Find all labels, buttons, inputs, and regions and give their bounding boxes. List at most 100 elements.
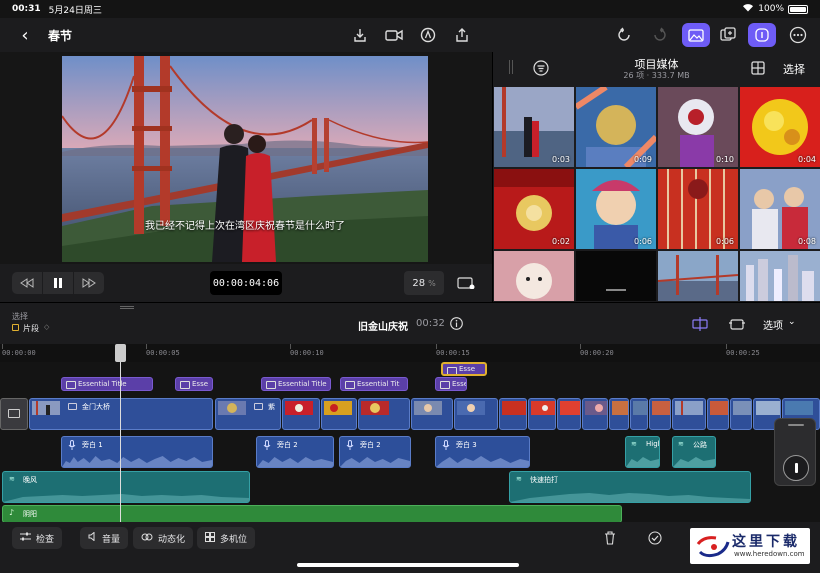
media-thumb[interactable]: 0:09 bbox=[576, 87, 656, 167]
video-clip[interactable] bbox=[649, 398, 671, 430]
media-thumb[interactable]: 0:03 bbox=[494, 87, 574, 167]
back-button[interactable]: ‹ bbox=[12, 22, 38, 48]
media-thumb[interactable]: 0:06 bbox=[576, 169, 656, 249]
share-icon[interactable] bbox=[450, 23, 474, 47]
ruler-tick: 00:00:00 bbox=[2, 349, 36, 357]
media-thumb[interactable]: 0:08 bbox=[740, 169, 820, 249]
music-note-icon: ♪ bbox=[9, 508, 15, 517]
timeline-select-label: 选择 bbox=[12, 312, 28, 321]
options-button[interactable]: 选项 bbox=[763, 317, 783, 332]
sound-clip[interactable]: ≋ 公路 bbox=[672, 436, 716, 468]
clip-view-icon[interactable] bbox=[728, 317, 746, 334]
video-clip[interactable] bbox=[672, 398, 706, 430]
media-browser: 项目媒体 26 项 · 333.7 MB 选择 0:03 0:09 0:10 0… bbox=[492, 52, 820, 302]
media-thumb[interactable]: 0:06 bbox=[658, 169, 738, 249]
add-media-icon[interactable] bbox=[716, 23, 740, 47]
video-clip[interactable] bbox=[321, 398, 357, 430]
multicam-button[interactable]: 多机位 bbox=[197, 527, 256, 549]
video-clip[interactable] bbox=[528, 398, 556, 430]
video-preview[interactable]: 我已经不记得上次在湾区庆祝春节是什么时了 bbox=[62, 56, 428, 262]
title-clip[interactable]: Essential Title bbox=[261, 377, 331, 391]
animate-button[interactable]: 动态化 bbox=[133, 527, 194, 549]
music-clip-label: 阴阳 bbox=[23, 510, 37, 518]
grid-view-icon[interactable] bbox=[751, 61, 765, 78]
volume-button[interactable]: 音量 bbox=[80, 527, 129, 549]
video-clip[interactable] bbox=[730, 398, 752, 430]
video-clip[interactable] bbox=[499, 398, 527, 430]
clip-mode-chevron-icon[interactable]: ◇ bbox=[44, 323, 49, 331]
title-clip[interactable]: Essential Title bbox=[61, 377, 153, 391]
media-thumb[interactable]: 0:02 bbox=[494, 169, 574, 249]
media-thumb[interactable]: 0:10 bbox=[658, 87, 738, 167]
forward-button[interactable] bbox=[74, 272, 104, 294]
ruler-tick: 00:00:05 bbox=[146, 349, 180, 357]
rewind-button[interactable] bbox=[12, 272, 42, 294]
voiceover-clip[interactable]: 旁白 2 bbox=[339, 436, 411, 468]
thumb-duration: 0:08 bbox=[798, 237, 816, 246]
media-thumb[interactable]: 0:04 bbox=[740, 87, 820, 167]
undo-icon[interactable] bbox=[612, 23, 636, 47]
video-clip[interactable] bbox=[630, 398, 648, 430]
trash-icon[interactable] bbox=[604, 531, 616, 548]
selected-title-clip[interactable]: Esse bbox=[441, 362, 487, 376]
clip-mode-button[interactable]: 片段 bbox=[23, 323, 39, 334]
music-clip[interactable]: ≋ 快速拍打 bbox=[509, 471, 751, 503]
resize-handle-icon[interactable] bbox=[120, 306, 134, 309]
voiceover-clip[interactable]: 旁白 1 bbox=[61, 436, 213, 468]
video-clip[interactable] bbox=[282, 398, 320, 430]
title-clip[interactable]: Esse bbox=[175, 377, 213, 391]
pause-button[interactable] bbox=[43, 272, 73, 294]
fullscreen-icon[interactable] bbox=[452, 272, 480, 294]
video-clip[interactable] bbox=[454, 398, 498, 430]
timeline-project-name: 旧金山庆祝 bbox=[358, 322, 408, 333]
video-clip[interactable] bbox=[609, 398, 629, 430]
video-clip-label: 金门大桥 bbox=[82, 403, 110, 411]
jog-control[interactable] bbox=[774, 418, 816, 486]
playhead-handle[interactable] bbox=[115, 344, 126, 362]
subtitle-text: 我已经不记得上次在湾区庆祝春节是什么时了 bbox=[145, 221, 345, 232]
video-clip[interactable] bbox=[707, 398, 729, 430]
inspector-icon[interactable] bbox=[748, 23, 776, 47]
video-clip[interactable] bbox=[358, 398, 410, 430]
more-icon[interactable] bbox=[786, 23, 810, 47]
voiceover-icon[interactable] bbox=[416, 23, 440, 47]
title-clip[interactable]: Essential Tit bbox=[340, 377, 408, 391]
zoom-unit: % bbox=[428, 278, 436, 288]
ruler-tick: 00:00:20 bbox=[580, 349, 614, 357]
checkmark-icon[interactable] bbox=[648, 531, 662, 548]
photo-browser-icon[interactable] bbox=[682, 23, 710, 47]
sound-clip[interactable]: ≋ High bbox=[625, 436, 660, 468]
media-thumb[interactable] bbox=[740, 251, 820, 301]
video-track-icon bbox=[8, 409, 20, 418]
camera-icon[interactable] bbox=[382, 23, 406, 47]
music-clip[interactable]: ♪ 阴阳 bbox=[2, 505, 622, 522]
redo-icon[interactable] bbox=[648, 23, 672, 47]
thumb-duration: 0:03 bbox=[552, 155, 570, 164]
video-clip[interactable]: 紫 bbox=[215, 398, 281, 430]
top-toolbar: ‹ 春节 bbox=[0, 18, 820, 52]
video-clip-icon bbox=[254, 403, 263, 410]
options-chevron-icon[interactable]: ⌄ bbox=[788, 317, 796, 327]
snapping-icon[interactable] bbox=[690, 317, 710, 334]
zoom-control[interactable]: 28% bbox=[404, 271, 444, 295]
video-clip[interactable] bbox=[582, 398, 608, 430]
microphone-icon bbox=[68, 440, 76, 453]
sound-clip-label: High bbox=[646, 440, 659, 448]
media-thumb[interactable] bbox=[576, 251, 656, 301]
voiceover-clip[interactable]: 旁白 2 bbox=[256, 436, 334, 468]
info-icon[interactable] bbox=[450, 317, 463, 333]
video-clip[interactable]: 金门大桥 bbox=[29, 398, 213, 430]
video-clip[interactable] bbox=[557, 398, 581, 430]
browser-select-button[interactable]: 选择 bbox=[783, 61, 805, 77]
inspect-button[interactable]: 检查 bbox=[12, 527, 63, 549]
video-clip-icon bbox=[68, 403, 77, 410]
import-icon[interactable] bbox=[348, 23, 372, 47]
title-clip[interactable]: Esse bbox=[435, 377, 467, 391]
track-head[interactable] bbox=[0, 398, 28, 430]
music-clip[interactable]: ≋ 晚风 bbox=[2, 471, 250, 503]
voiceover-clip[interactable]: 旁白 3 bbox=[435, 436, 530, 468]
media-thumb[interactable] bbox=[494, 251, 574, 301]
media-thumb[interactable] bbox=[658, 251, 738, 301]
animate-icon bbox=[141, 532, 153, 545]
video-clip[interactable] bbox=[411, 398, 453, 430]
